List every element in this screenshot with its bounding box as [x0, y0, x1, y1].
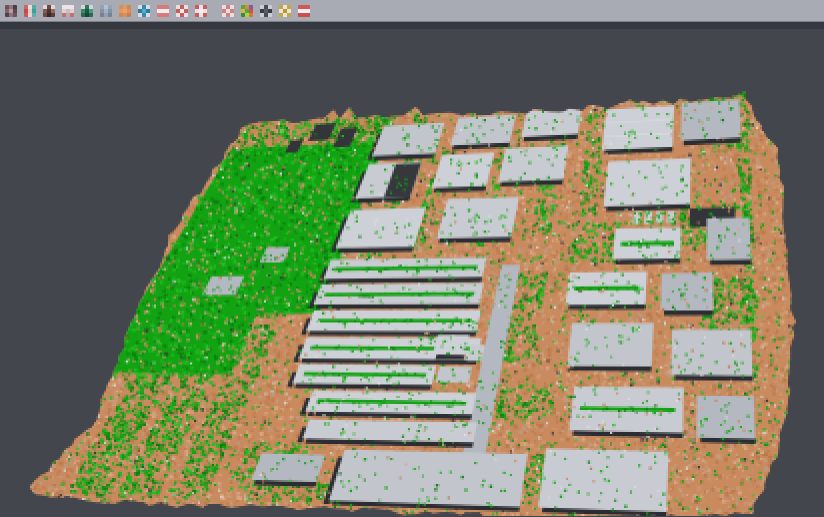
- crop-marks-icon: [195, 5, 207, 17]
- toolbar-button-ortho-image[interactable]: [115, 1, 134, 20]
- dem-terrain-icon: [43, 5, 55, 17]
- layer-list-icon: [157, 5, 169, 17]
- toolbar: [0, 0, 824, 22]
- annotate-icon: [222, 5, 234, 17]
- toolbar-button-cut-cross[interactable]: [275, 1, 294, 20]
- toolbar-button-render-sphere[interactable]: [256, 1, 275, 20]
- scalar-field-icon: [100, 5, 112, 17]
- toolbar-button-select-circle[interactable]: [172, 1, 191, 20]
- cut-cross-icon: [279, 5, 291, 17]
- application-window: [0, 0, 824, 517]
- ortho-image-icon: [119, 5, 131, 17]
- toolbar-button-sync-globe[interactable]: [134, 1, 153, 20]
- toolbar-button-point-set[interactable]: [58, 1, 77, 20]
- render-sphere-icon: [260, 5, 272, 17]
- registration-icon: [24, 5, 36, 17]
- toolbar-button-report-card[interactable]: [294, 1, 313, 20]
- toolbar-button-dem-terrain[interactable]: [39, 1, 58, 20]
- tin-surface-icon: [81, 5, 93, 17]
- sync-globe-icon: [138, 5, 150, 17]
- toolbar-button-tin-surface[interactable]: [77, 1, 96, 20]
- classification-icon: [241, 5, 253, 17]
- point-cloud-canvas[interactable]: [0, 29, 824, 516]
- open-project-icon: [5, 5, 17, 17]
- viewport-3d[interactable]: [0, 29, 824, 516]
- toolbar-button-layer-list[interactable]: [153, 1, 172, 20]
- toolbar-button-scalar-field[interactable]: [96, 1, 115, 20]
- point-set-icon: [62, 5, 74, 17]
- select-circle-icon: [176, 5, 188, 17]
- toolbar-gap-strip: [0, 22, 824, 29]
- toolbar-button-annotate[interactable]: [218, 1, 237, 20]
- toolbar-button-registration[interactable]: [20, 1, 39, 20]
- toolbar-button-classification[interactable]: [237, 1, 256, 20]
- toolbar-separator: [210, 1, 218, 20]
- report-card-icon: [298, 5, 310, 17]
- toolbar-button-open-project[interactable]: [1, 1, 20, 20]
- toolbar-button-crop-marks[interactable]: [191, 1, 210, 20]
